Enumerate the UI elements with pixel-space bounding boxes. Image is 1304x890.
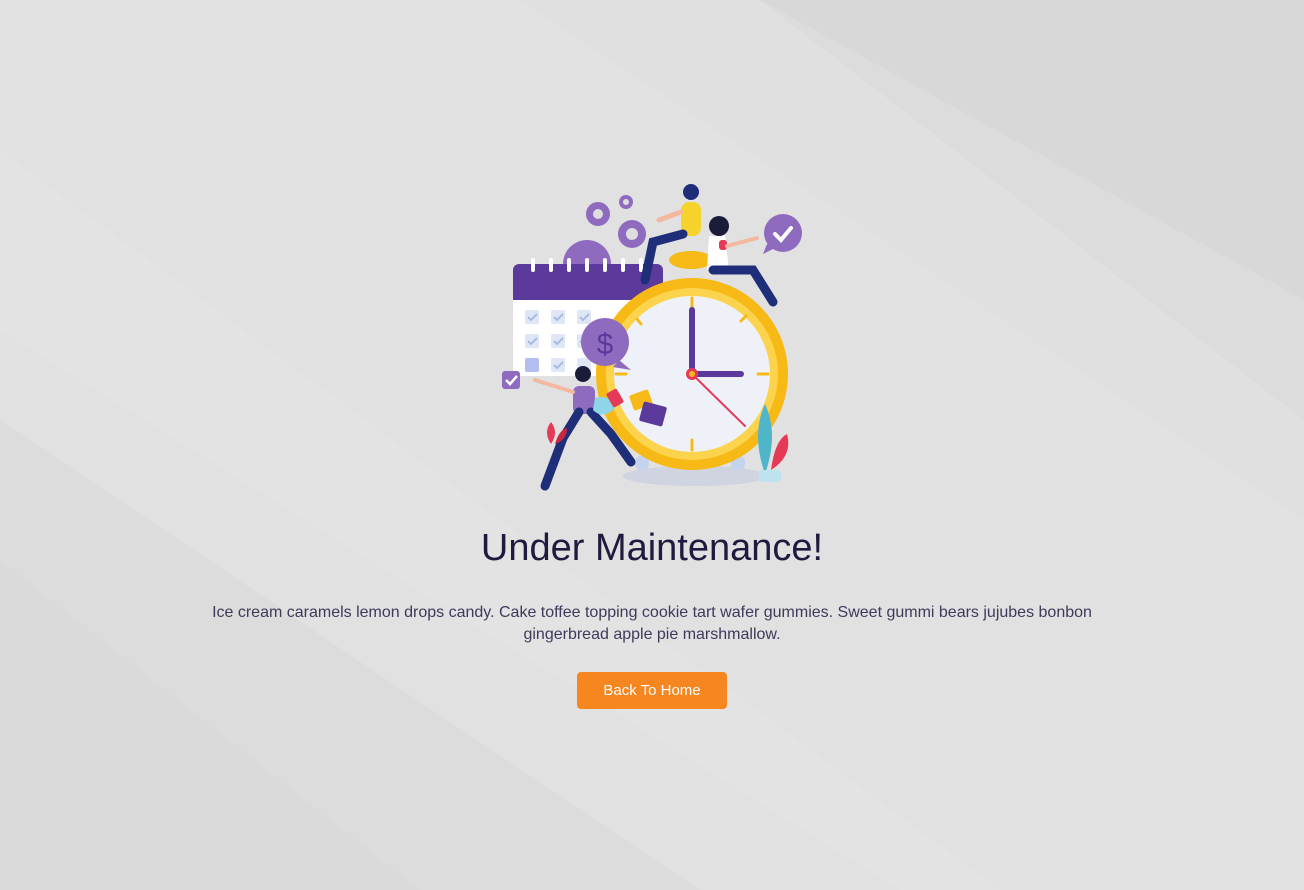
check-bubble-icon (763, 214, 802, 254)
maintenance-clock-illustration: $ (502, 184, 802, 491)
back-to-home-button[interactable]: Back To Home (577, 672, 727, 709)
svg-text:$: $ (597, 328, 614, 361)
page-description: Ice cream caramels lemon drops candy. Ca… (212, 604, 1092, 643)
maintenance-page: $ Under Maintenance! Ice cream caramels … (0, 0, 1304, 890)
gear-icon (563, 195, 646, 264)
checkbox-icon (502, 371, 520, 389)
page-title: Under Maintenance! (480, 527, 824, 569)
